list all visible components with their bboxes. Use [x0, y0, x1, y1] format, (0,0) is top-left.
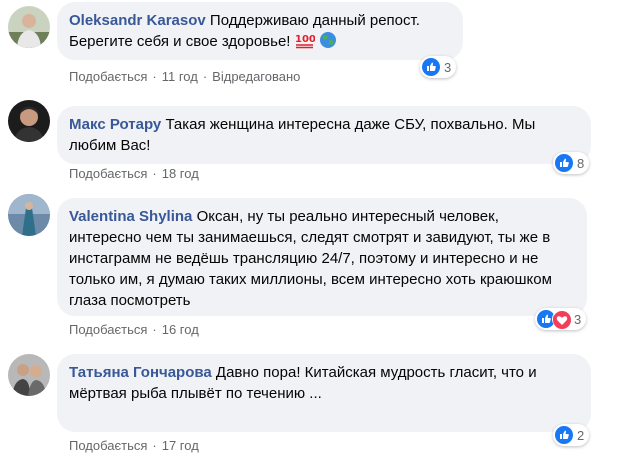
author-name[interactable]: Макс Ротару — [69, 116, 161, 133]
like-button[interactable]: Подобається — [69, 322, 147, 337]
comment: Oleksandr Karasov Поддерживаю данный реп… — [0, 0, 624, 90]
reaction-summary[interactable]: 8 — [553, 152, 590, 174]
like-icon — [555, 426, 573, 444]
like-button[interactable]: Подобається — [69, 69, 147, 84]
timestamp[interactable]: 17 год — [162, 438, 199, 453]
comment-bubble: Valentina Shylina Оксан, ну ты реально и… — [57, 198, 587, 316]
reaction-count: 8 — [577, 155, 585, 171]
reaction-summary[interactable]: 3 — [420, 56, 457, 78]
globe-icon — [319, 31, 337, 55]
comment-bubble: Oleksandr Karasov Поддерживаю данный реп… — [57, 2, 463, 60]
edited-label[interactable]: Відредаговано — [212, 69, 300, 84]
like-icon — [422, 58, 440, 76]
avatar[interactable] — [8, 6, 50, 48]
reaction-summary[interactable]: 2 — [553, 424, 590, 446]
author-name[interactable]: Valentina Shylina — [69, 208, 192, 225]
reaction-summary[interactable]: 3 — [535, 308, 587, 330]
comment: Valentina Shylina Оксан, ну ты реально и… — [0, 192, 624, 342]
comment: Макс Ротару Такая женщина интересна даже… — [0, 96, 624, 186]
comment-actions: Подобається · 17 год — [69, 438, 199, 453]
timestamp[interactable]: 11 год — [162, 69, 198, 84]
comment-actions: Подобається · 16 год — [69, 322, 199, 337]
like-icon — [555, 154, 573, 172]
comment-actions: Подобається · 11 год · Відредаговано — [69, 69, 301, 84]
timestamp[interactable]: 18 год — [162, 166, 199, 181]
like-button[interactable]: Подобається — [69, 438, 147, 453]
love-icon — [552, 310, 571, 329]
avatar[interactable] — [8, 354, 50, 396]
comment-bubble: Татьяна Гончарова Давно пора! Китайская … — [57, 354, 591, 432]
avatar[interactable] — [8, 194, 50, 236]
reaction-count: 3 — [574, 311, 582, 327]
comment-actions: Подобається · 18 год — [69, 166, 199, 181]
comment-bubble: Макс Ротару Такая женщина интересна даже… — [57, 106, 591, 164]
avatar[interactable] — [8, 100, 50, 142]
reaction-count: 2 — [577, 427, 585, 443]
timestamp[interactable]: 16 год — [162, 322, 199, 337]
svg-text:100: 100 — [295, 34, 315, 45]
author-name[interactable]: Oleksandr Karasov — [69, 12, 206, 29]
reaction-count: 3 — [444, 59, 452, 75]
hundred-points-icon: 100 — [295, 31, 316, 55]
comment: Татьяна Гончарова Давно пора! Китайская … — [0, 350, 624, 459]
author-name[interactable]: Татьяна Гончарова — [69, 364, 212, 381]
like-button[interactable]: Подобається — [69, 166, 147, 181]
